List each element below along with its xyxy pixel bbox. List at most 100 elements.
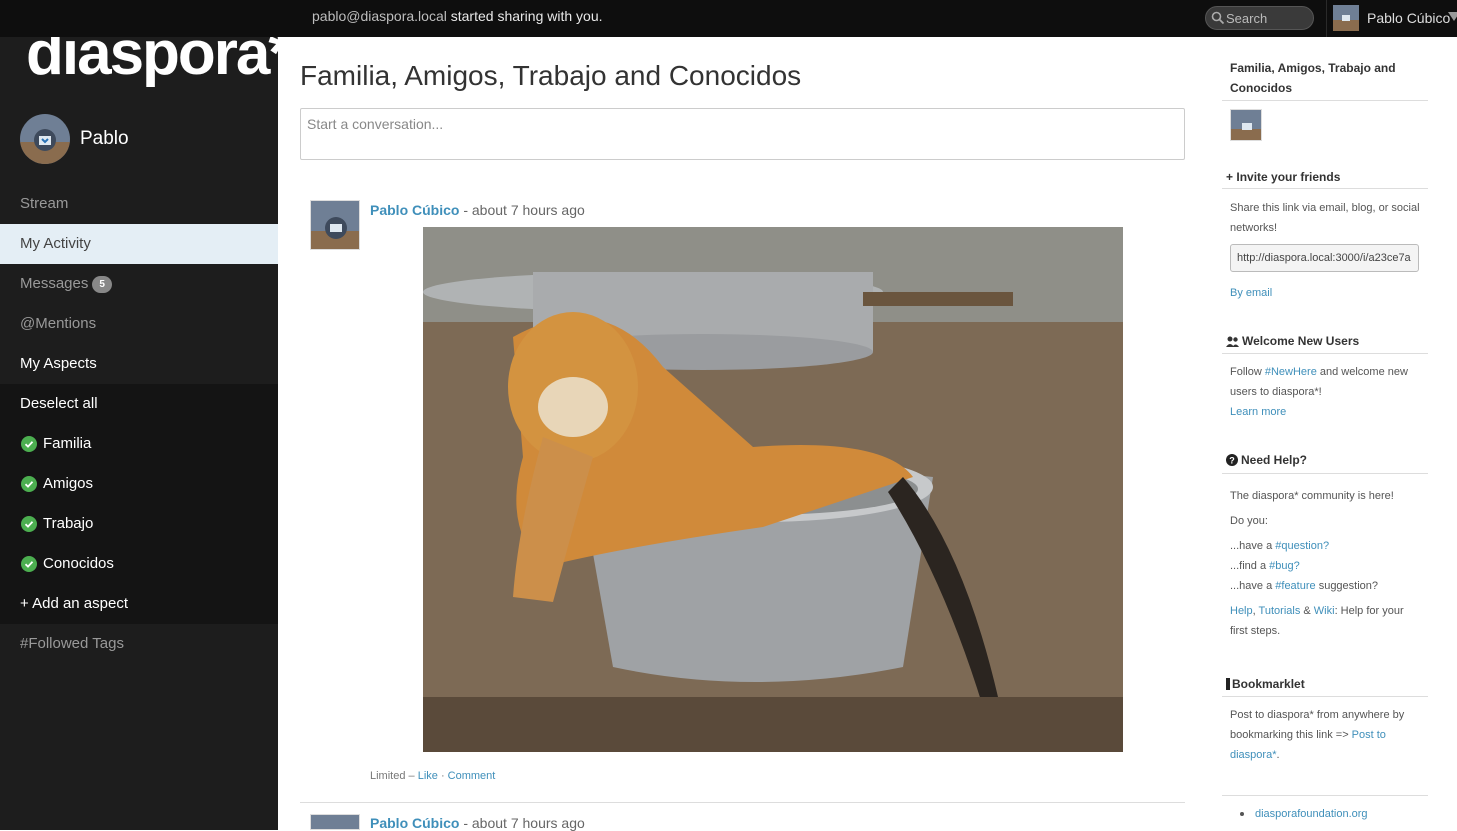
invite-text: Share this link via email, blog, or soci… [1230, 202, 1420, 234]
aspect-members-title: Familia, Amigos, Trabajo and Conocidos [1230, 61, 1396, 95]
sidebar-item-followed-tags[interactable]: #Followed Tags [0, 624, 278, 664]
diaspora-foundation-link[interactable]: diasporafoundation.org [1255, 804, 1368, 824]
bookmarklet-text-end: . [1276, 749, 1280, 761]
section-divider [1222, 100, 1428, 101]
publisher-input[interactable] [301, 109, 1184, 159]
help-section-title: ? Need Help? [1226, 450, 1426, 470]
messages-count-badge: 5 [92, 276, 112, 293]
post-author-link[interactable]: Pablo Cúbico [370, 815, 459, 831]
post-photo[interactable] [423, 227, 1123, 752]
aspect-label: Amigos [43, 475, 94, 492]
comment-link[interactable]: Comment [448, 770, 496, 782]
section-divider [1222, 188, 1428, 189]
tutorials-link[interactable]: Tutorials [1259, 605, 1301, 617]
bookmarklet-text: Post to diaspora* from anywhere by bookm… [1230, 705, 1422, 765]
chevron-down-icon [1448, 12, 1457, 21]
bookmark-icon [1226, 678, 1230, 690]
invite-link-field[interactable] [1230, 244, 1419, 272]
question-tag-link[interactable]: #question? [1275, 540, 1329, 552]
post-author-avatar[interactable] [310, 200, 360, 250]
search-box[interactable] [1205, 6, 1314, 30]
post-divider [300, 802, 1185, 803]
help-intro: The diaspora* community is here! [1230, 490, 1394, 502]
notification-banner[interactable]: pablo@diaspora.local started sharing wit… [312, 8, 603, 24]
notification-text: started sharing with you. [450, 8, 603, 24]
help-links-line: Help, Tutorials & Wiki: Help for your fi… [1230, 605, 1404, 637]
post-footer-separator: – [405, 770, 418, 782]
search-input[interactable] [1226, 10, 1310, 27]
check-icon [21, 556, 37, 572]
help-bug-line: ...find a #bug? [1230, 556, 1422, 576]
bookmarklet-title: Bookmarklet [1232, 677, 1305, 691]
notification-email: pablo@diaspora.local [312, 8, 447, 24]
post-author-avatar[interactable] [310, 814, 360, 830]
left-sidebar: diaspora* Pablo Stream My Activity Messa… [0, 0, 293, 830]
invite-section-title: + Invite your friends [1226, 167, 1426, 187]
welcome-text-pre: Follow [1230, 366, 1265, 378]
check-icon [21, 436, 37, 452]
publisher[interactable] [300, 108, 1185, 160]
help-links-amp: & [1300, 605, 1314, 617]
help-feature-post: suggestion? [1315, 580, 1379, 592]
section-divider [1222, 696, 1428, 697]
users-icon [1226, 336, 1239, 347]
sidebar-item-messages-label: Messages [20, 275, 89, 292]
sidebar-item-my-activity[interactable]: My Activity [0, 224, 278, 264]
aspect-member-avatar[interactable] [1230, 109, 1262, 141]
help-do-you: Do you: [1230, 515, 1268, 527]
welcome-section-title: Welcome New Users [1226, 331, 1426, 351]
deselect-all-link[interactable]: Deselect all [0, 384, 278, 424]
post-timestamp[interactable]: - about 7 hours ago [463, 202, 584, 218]
help-bug-pre: ...find a [1230, 560, 1270, 572]
sidebar-item-mentions[interactable]: @Mentions [0, 304, 278, 344]
post-timestamp[interactable]: - about 7 hours ago [463, 815, 584, 831]
help-question-line: ...have a #question? [1230, 536, 1422, 556]
bug-tag-link[interactable]: #bug? [1269, 560, 1300, 572]
wiki-link[interactable]: Wiki [1314, 605, 1335, 617]
sidebar-item-my-aspects[interactable]: My Aspects [0, 344, 278, 384]
sidebar-item-messages[interactable]: Messages 5 [0, 264, 278, 304]
sidebar-item-stream[interactable]: Stream [0, 184, 278, 224]
help-title: Need Help? [1241, 453, 1308, 467]
section-divider [1222, 473, 1428, 474]
check-icon [21, 516, 37, 532]
welcome-title: Welcome New Users [1242, 334, 1360, 348]
page-title: Familia, Amigos, Trabajo and Conocidos [300, 60, 802, 91]
section-divider [1222, 795, 1428, 796]
question-circle-icon: ? [1226, 454, 1238, 466]
post-header: Pablo Cúbico - about 7 hours ago [370, 815, 585, 831]
user-menu[interactable]: Pablo Cúbico [1326, 0, 1457, 37]
aspect-item-conocidos[interactable]: Conocidos [0, 544, 278, 584]
post-footer: Limited – Like · Comment [370, 770, 495, 782]
help-feature-line: ...have a #feature suggestion? [1230, 576, 1422, 596]
help-feature-pre: ...have a [1230, 580, 1276, 592]
bookmarklet-section-title: Bookmarklet [1226, 674, 1426, 694]
check-icon [21, 476, 37, 492]
add-aspect-link[interactable]: + Add an aspect [0, 584, 278, 624]
like-link[interactable]: Like [418, 770, 438, 782]
aspect-item-familia[interactable]: Familia [0, 424, 278, 464]
post-author-link[interactable]: Pablo Cúbico [370, 202, 459, 218]
aspect-item-amigos[interactable]: Amigos [0, 464, 278, 504]
plus-icon: + [1226, 170, 1234, 184]
welcome-text: Follow #NewHere and welcome new users to… [1230, 362, 1422, 402]
sidebar-user-name[interactable]: Pablo [80, 128, 129, 150]
invite-by-email-link[interactable]: By email [1230, 283, 1272, 303]
newhere-tag-link[interactable]: #NewHere [1265, 366, 1317, 378]
aspect-label: Familia [43, 435, 92, 452]
learn-more-link[interactable]: Learn more [1230, 402, 1286, 422]
search-icon [1211, 11, 1225, 25]
post-footer-dot: · [437, 770, 448, 782]
aspect-label: Trabajo [43, 515, 94, 532]
user-menu-name: Pablo Cúbico [1367, 10, 1451, 26]
avatar [1333, 5, 1359, 31]
post-header: Pablo Cúbico - about 7 hours ago [370, 202, 585, 218]
svg-text:?: ? [1229, 456, 1235, 466]
avatar[interactable] [20, 114, 70, 164]
post-visibility: Limited [370, 770, 406, 782]
feature-tag-link[interactable]: #feature [1275, 580, 1315, 592]
help-question-pre: ...have a [1230, 540, 1276, 552]
help-link[interactable]: Help [1230, 605, 1253, 617]
aspect-label: Conocidos [43, 555, 114, 572]
aspect-item-trabajo[interactable]: Trabajo [0, 504, 278, 544]
